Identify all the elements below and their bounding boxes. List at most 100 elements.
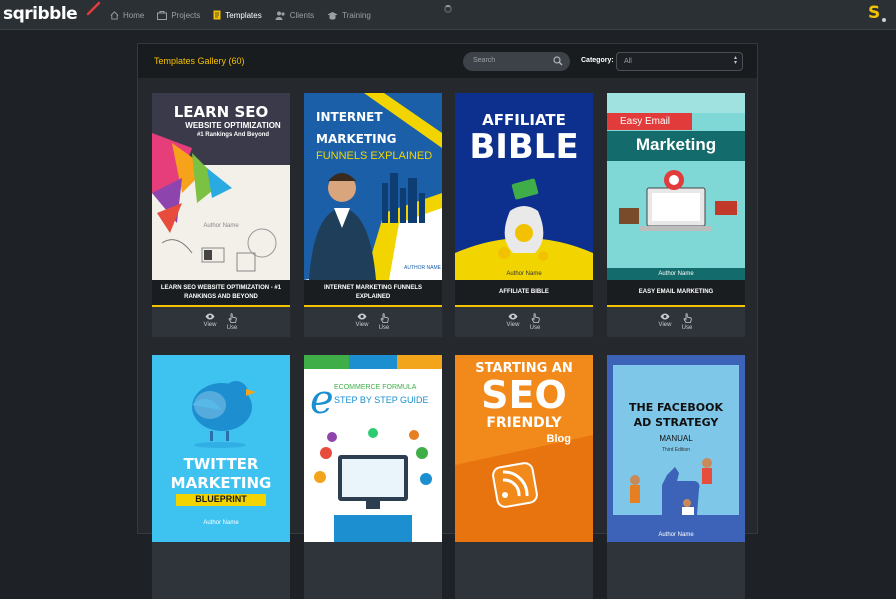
pen-icon (86, 1, 101, 16)
cover-line-3: MANUAL (659, 434, 693, 443)
search-input[interactable]: Search (463, 52, 570, 71)
cover-line-3: BLUEPRINT (176, 494, 266, 506)
twitter-cover-art (192, 381, 256, 448)
cover-author: Author Name (203, 223, 239, 229)
projects-icon (157, 10, 168, 20)
use-label: Use (378, 325, 390, 331)
select-arrows-icon: ▴ ▾ (733, 55, 737, 66)
view-button[interactable]: View (199, 309, 221, 337)
template-cover[interactable]: TWITTER MARKETING BLUEPRINT Author Name (152, 355, 290, 542)
template-cover[interactable]: AFFILIATE BIBLE Author Name (455, 93, 593, 280)
hand-pointer-icon (379, 313, 389, 323)
cover-line-2: MARKETING (316, 132, 397, 146)
use-button[interactable]: Use (221, 309, 243, 337)
template-cover[interactable]: STARTING AN SEO FRIENDLY Blog (455, 355, 593, 542)
templates-gallery-panel: Templates Gallery (60) Search Category: … (137, 43, 758, 599)
nav-projects-label: Projects (171, 10, 201, 20)
top-bar: sqribble Home Projects Templates Clients… (0, 0, 896, 30)
template-title: INTERNET MARKETING FUNNELS EXPLAINED (304, 280, 442, 307)
nav-training[interactable]: Training (327, 11, 371, 20)
use-button[interactable]: Use (676, 309, 698, 337)
eye-icon (508, 313, 518, 320)
cover-line-3: FUNNELS EXPLAINED (316, 150, 433, 162)
cover-line-3: FRIENDLY (486, 415, 562, 431)
cover-line-1: TWITTER (183, 455, 259, 473)
nav-templates-label: Templates (225, 10, 262, 20)
cover-line-4: Third Edition (661, 447, 691, 453)
nav-home[interactable]: Home (110, 11, 144, 20)
nav-clients[interactable]: Clients (275, 11, 314, 20)
card-actions: View Use (304, 309, 442, 337)
use-button[interactable]: Use (524, 309, 546, 337)
eye-icon (660, 313, 670, 320)
card-actions: View Use (152, 309, 290, 337)
template-card-ecommerce-formula[interactable]: e ECOMMERCE FORMULA STEP BY STEP GUIDE (304, 355, 442, 599)
use-label: Use (681, 325, 693, 331)
template-card-twitter-marketing[interactable]: TWITTER MARKETING BLUEPRINT Author Name (152, 355, 290, 599)
view-button[interactable]: View (351, 309, 373, 337)
view-label: View (506, 322, 520, 328)
card-actions: View Use (455, 309, 593, 337)
use-label: Use (226, 325, 238, 331)
template-card-facebook-ad-strategy[interactable]: THE FACEBOOK AD STRATEGY MANUAL Third Ed… (607, 355, 745, 599)
template-card-learn-seo[interactable]: LEARN SEO WEBSITE OPTIMIZATION #1 Rankin… (152, 93, 290, 337)
cover-author: AUTHOR NAME (404, 265, 441, 271)
view-button[interactable]: View (502, 309, 524, 337)
nav-training-label: Training (342, 10, 371, 20)
cover-line-2: MARKETING (170, 474, 272, 492)
cover-line-3: #1 Rankings And Beyond (196, 132, 270, 138)
cover-author: Author Name (506, 271, 542, 277)
hand-pointer-icon (682, 313, 692, 323)
eye-icon (205, 313, 215, 320)
templates-icon (213, 10, 221, 20)
app-logo[interactable]: sqribble (3, 4, 78, 24)
cover-author: Author Name (658, 271, 694, 277)
user-avatar[interactable]: S (868, 3, 890, 25)
card-actions: View Use (607, 309, 745, 337)
cover-line-4: Blog (546, 433, 571, 445)
hand-pointer-icon (227, 313, 237, 323)
cover-line-1: Easy Email (607, 113, 692, 130)
gallery-header: Templates Gallery (60) Search Category: … (138, 44, 757, 78)
training-icon (327, 11, 338, 20)
cover-line-1: LEARN SEO (173, 103, 269, 121)
cover-line-2: WEBSITE OPTIMIZATION (185, 121, 281, 130)
category-label: Category: (581, 57, 614, 64)
template-card-internet-marketing[interactable]: INTERNET MARKETING FUNNELS EXPLAINED AUT… (304, 93, 442, 337)
gallery-title: Templates Gallery (60) (154, 56, 245, 66)
view-button[interactable]: View (654, 309, 676, 337)
view-label: View (203, 322, 217, 328)
template-cover[interactable]: THE FACEBOOK AD STRATEGY MANUAL Third Ed… (607, 355, 745, 542)
cover-line-1: INTERNET (316, 110, 383, 124)
main-nav: Home Projects Templates Clients Training (110, 0, 384, 30)
template-cover[interactable]: INTERNET MARKETING FUNNELS EXPLAINED AUT… (304, 93, 442, 280)
svg-text:e: e (310, 377, 334, 423)
nav-templates[interactable]: Templates (213, 10, 262, 20)
template-title: AFFILIATE BIBLE (455, 280, 593, 307)
hand-pointer-icon (530, 313, 540, 323)
eye-icon (357, 313, 367, 320)
template-card-affiliate-bible[interactable]: AFFILIATE BIBLE Author Name AFFILIATE BI… (455, 93, 593, 337)
template-card-seo-friendly-blog[interactable]: STARTING AN SEO FRIENDLY Blog (455, 355, 593, 599)
template-cover[interactable]: e ECOMMERCE FORMULA STEP BY STEP GUIDE (304, 355, 442, 542)
cover-line-1: THE FACEBOOK (628, 401, 723, 414)
view-label: View (658, 322, 672, 328)
template-card-email-marketing[interactable]: Easy Email Marketing Author Name EASY EM… (607, 93, 745, 337)
template-cover[interactable]: LEARN SEO WEBSITE OPTIMIZATION #1 Rankin… (152, 93, 290, 280)
template-title: LEARN SEO WEBSITE OPTIMIZATION - #1 RANK… (152, 280, 290, 307)
cover-line-2: AD STRATEGY (633, 416, 719, 429)
template-cover[interactable]: Easy Email Marketing Author Name (607, 93, 745, 280)
cover-line-2: BIBLE (469, 127, 579, 167)
cover-author: Author Name (658, 532, 694, 538)
search-icon[interactable] (553, 56, 563, 66)
category-select[interactable]: All ▴ ▾ (616, 52, 743, 71)
cover-line-2: STEP BY STEP GUIDE (334, 395, 429, 405)
use-label: Use (529, 325, 541, 331)
nav-projects[interactable]: Projects (157, 10, 201, 20)
use-button[interactable]: Use (373, 309, 395, 337)
nav-clients-label: Clients (289, 10, 315, 20)
loading-spinner-icon (444, 5, 452, 13)
cover-line-2: SEO (481, 373, 567, 417)
cover-line-2: Marketing (635, 135, 717, 154)
user-status-dot (882, 18, 886, 22)
